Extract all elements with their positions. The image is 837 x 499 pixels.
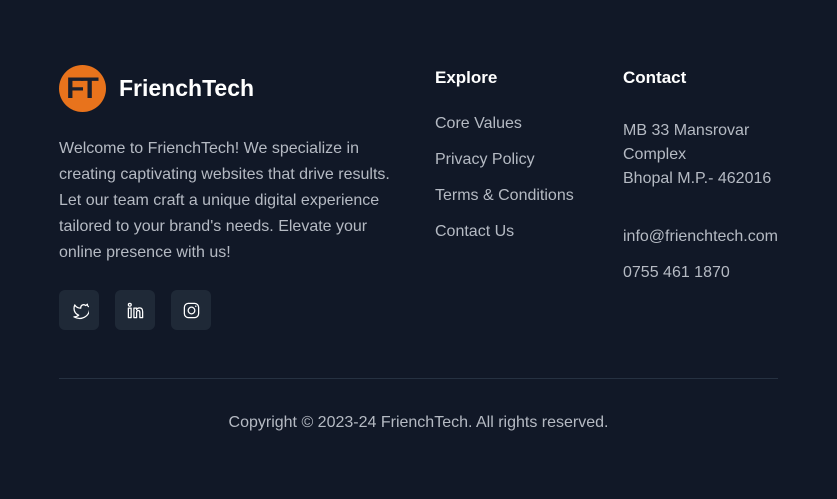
- contact-title: Contact: [623, 68, 687, 87]
- contact-us-link[interactable]: Contact Us: [435, 223, 514, 240]
- list-item: Terms & Conditions: [435, 187, 574, 223]
- copyright-text: Copyright © 2023-24 FrienchTech. All rig…: [228, 414, 609, 431]
- instagram-icon: [183, 302, 199, 318]
- twitter-button[interactable]: [59, 290, 99, 330]
- about-text: Welcome to FrienchTech! We specialize in…: [59, 140, 390, 261]
- explore-title: Explore: [435, 68, 498, 87]
- address-line-1: MB 33 Mansrovar: [623, 122, 750, 139]
- explore-column: Explore Core Values Privacy Policy Terms…: [435, 68, 574, 259]
- logo-mark: FT: [66, 72, 99, 105]
- list-item: Contact Us: [435, 223, 574, 259]
- twitter-icon: [72, 303, 89, 319]
- linkedin-icon: [127, 302, 143, 318]
- logo: FT: [59, 65, 106, 112]
- brand-name: FrienchTech: [119, 75, 255, 101]
- brand[interactable]: FT FrienchTech: [59, 65, 254, 112]
- social-links: [59, 290, 211, 330]
- core-values-link[interactable]: Core Values: [435, 115, 522, 132]
- address: MB 33 Mansrovar Complex Bhopal M.P.- 462…: [623, 119, 823, 191]
- email-link[interactable]: info@frienchtech.com: [623, 228, 778, 246]
- list-item: Privacy Policy: [435, 151, 574, 187]
- contact-column: Contact MB 33 Mansrovar Complex Bhopal M…: [623, 68, 823, 281]
- instagram-button[interactable]: [171, 290, 211, 330]
- linkedin-button[interactable]: [115, 290, 155, 330]
- divider: [59, 378, 778, 379]
- privacy-policy-link[interactable]: Privacy Policy: [435, 151, 535, 168]
- terms-link[interactable]: Terms & Conditions: [435, 187, 574, 204]
- phone-link[interactable]: 0755 461 1870: [623, 264, 730, 282]
- explore-links: Core Values Privacy Policy Terms & Condi…: [435, 115, 574, 259]
- list-item: Core Values: [435, 115, 574, 151]
- address-line-2: Complex: [623, 146, 687, 163]
- address-line-3: Bhopal M.P.- 462016: [623, 170, 772, 187]
- site-footer: FT FrienchTech Welcome to FrienchTech! W…: [0, 0, 837, 499]
